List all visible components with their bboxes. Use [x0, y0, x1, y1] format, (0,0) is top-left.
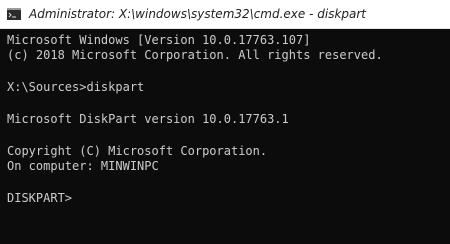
title-bar[interactable]: Administrator: X:\windows\system32\cmd.e…: [0, 0, 450, 29]
cmd-icon: [7, 8, 21, 20]
console-line: On computer: MINWINPC: [7, 159, 159, 173]
cmd-window: Administrator: X:\windows\system32\cmd.e…: [0, 0, 450, 244]
console-output[interactable]: Microsoft Windows [Version 10.0.17763.10…: [0, 29, 450, 244]
console-line: (c) 2018 Microsoft Corporation. All righ…: [7, 48, 383, 62]
console-line: X:\Sources>diskpart: [7, 80, 145, 94]
console-line: Microsoft Windows [Version 10.0.17763.10…: [7, 33, 311, 47]
console-line: Microsoft DiskPart version 10.0.17763.1: [7, 112, 289, 126]
command-prompt[interactable]: DISKPART>: [7, 190, 72, 206]
console-line: Copyright (C) Microsoft Corporation.: [7, 144, 268, 158]
window-title: Administrator: X:\windows\system32\cmd.e…: [29, 7, 367, 21]
